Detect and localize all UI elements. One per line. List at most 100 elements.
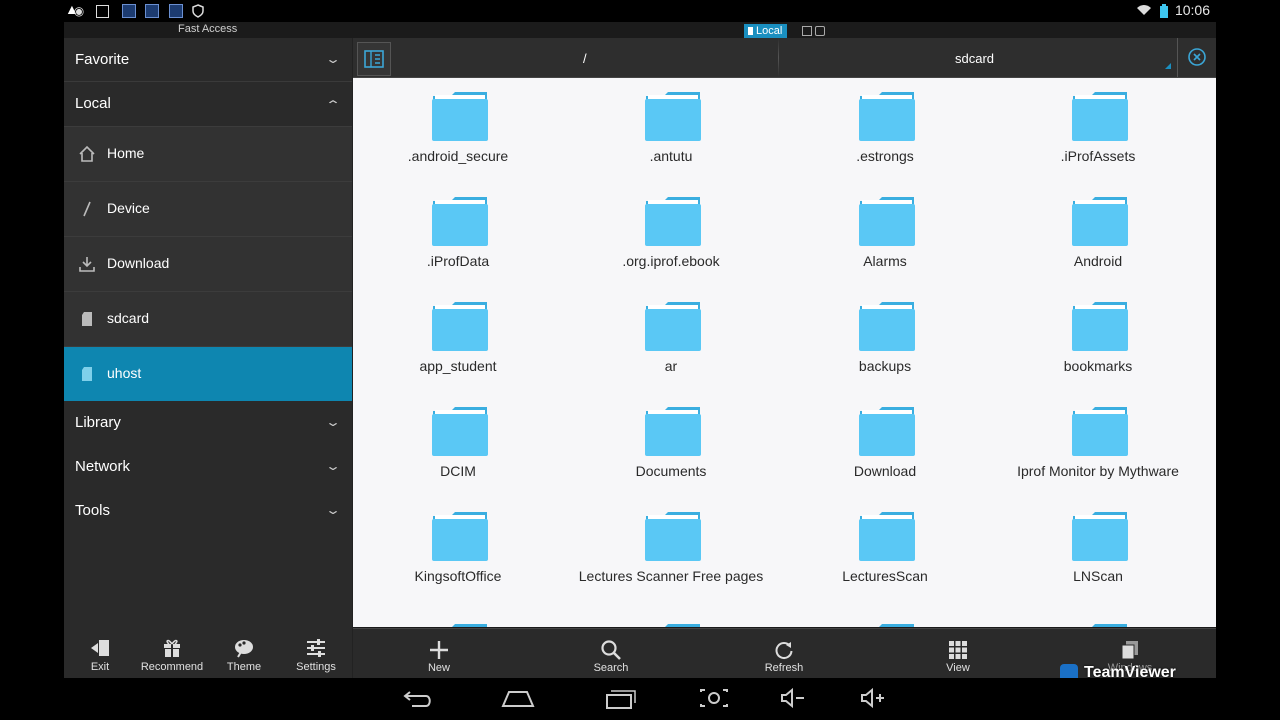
sidebar-item-uhost[interactable]: uhost [64,346,352,401]
toolbar-label: View [946,662,970,674]
folder-item-partial[interactable] [644,618,702,627]
folder-item[interactable]: DCIM [353,393,563,498]
fast-access-title: Fast Access [178,23,238,35]
folder-item[interactable]: Alarms [780,183,990,288]
window-toggle-button[interactable] [357,42,391,76]
home-nav-icon[interactable] [500,686,536,712]
section-local[interactable]: Local ⌃ [64,82,352,126]
folder-item[interactable]: .estrongs [780,78,990,183]
folder-item-partial[interactable] [431,618,489,627]
screenshot-icon[interactable] [696,686,732,712]
wifi-icon [1136,4,1151,18]
folder-item[interactable]: Documents [566,393,776,498]
tool-label: Settings [296,661,336,673]
sidebar-item-label: Download [107,255,170,271]
network-window-icon[interactable] [815,26,825,36]
status-clock: 10:06 [1174,2,1210,18]
section-network[interactable]: Network ⌄ [64,445,352,489]
app-notification-icon [145,4,159,18]
folder-icon [1072,512,1128,561]
folder-item[interactable]: Lectures Scanner Free pages [566,498,776,603]
android-nav-bar [64,678,1216,720]
tool-label: Recommend [140,661,204,673]
folder-icon [432,92,488,141]
section-library[interactable]: Library ⌄ [64,401,352,445]
folder-item[interactable]: bookmarks [993,288,1203,393]
theme-button[interactable]: Theme [208,628,280,678]
folder-item[interactable]: ar [566,288,776,393]
exit-button[interactable]: Exit [64,628,136,678]
settings-icon [307,639,325,657]
back-icon[interactable] [398,686,434,712]
folder-icon [1072,197,1128,246]
chevron-up-icon: ⌃ [324,98,342,112]
folder-item[interactable]: LecturesScan [780,498,990,603]
sidebar-item-home[interactable]: Home [64,126,352,182]
view-button[interactable]: View [908,629,1008,679]
close-circle-icon [1188,48,1206,66]
chevron-down-icon: ⌄ [324,415,342,429]
section-tools[interactable]: Tools ⌄ [64,489,352,533]
folder-item[interactable]: .antutu [566,78,776,183]
volume-up-icon[interactable] [856,686,892,712]
app-notification-icon [122,4,136,18]
section-favorite[interactable]: Favorite ⌄ [64,38,352,82]
folder-item[interactable]: Android [993,183,1203,288]
folder-icon [645,92,701,141]
folder-label: Alarms [863,253,907,269]
folder-icon [859,512,915,561]
phone-icon [748,27,753,35]
sidebar-item-device[interactable]: Device [64,181,352,237]
sdcard-icon [82,312,92,326]
folder-icon [859,407,915,456]
sidebar-item-label: sdcard [107,310,150,326]
folder-icon [432,407,488,456]
shield-icon [191,4,205,18]
sidebar-toolbar: Exit Recommend Theme Settings [64,628,352,678]
folder-icon [645,197,701,246]
breadcrumb-current[interactable]: sdcard [955,51,994,66]
folder-item[interactable]: .iProfAssets [993,78,1203,183]
toolbar-label: Search [593,662,629,674]
folder-icon [432,302,488,351]
chevron-down-icon: ⌄ [324,503,342,517]
sdcard-window-icon[interactable] [802,26,812,36]
recent-apps-icon[interactable] [602,686,638,712]
folder-item-partial[interactable] [1071,618,1129,627]
folder-item[interactable]: KingsoftOffice [353,498,563,603]
folder-label: app_student [419,358,497,374]
folder-item[interactable]: Iprof Monitor by Mythware [993,393,1203,498]
sidebar: Favorite ⌄ Local ⌃ Home Device Download … [64,38,353,678]
chevron-down-icon: ⌄ [324,52,342,66]
folder-item[interactable]: backups [780,288,990,393]
folder-item[interactable]: .iProfData [353,183,563,288]
folder-icon [645,302,701,351]
folder-icon [432,512,488,561]
folder-label: .antutu [649,148,693,164]
sidebar-item-sdcard[interactable]: sdcard [64,291,352,347]
folder-item[interactable]: Download [780,393,990,498]
folder-item[interactable]: app_student [353,288,563,393]
volume-down-icon[interactable] [776,686,812,712]
exit-icon [91,640,109,656]
folder-item[interactable]: .org.iprof.ebook [566,183,776,288]
breadcrumb-root[interactable]: / [583,51,587,66]
search-button[interactable]: Search [561,629,661,679]
refresh-button[interactable]: Refresh [734,629,834,679]
sidebar-item-label: Device [107,200,150,216]
section-label: Favorite [75,51,130,68]
recommend-button[interactable]: Recommend [136,628,208,678]
folder-icon [1092,624,1127,627]
local-window-chip[interactable]: Local [744,24,788,38]
path-bar: / sdcard [353,38,1216,78]
sidebar-item-download[interactable]: Download [64,236,352,292]
section-label: Network [75,458,131,475]
home-icon [79,145,95,162]
folder-item[interactable]: .android_secure [353,78,563,183]
folder-label: DCIM [440,463,476,479]
folder-item[interactable]: LNScan [993,498,1203,603]
settings-button[interactable]: Settings [280,628,352,678]
close-path-button[interactable] [1177,38,1217,77]
new-button[interactable]: New [389,629,489,679]
folder-item-partial[interactable] [858,618,916,627]
